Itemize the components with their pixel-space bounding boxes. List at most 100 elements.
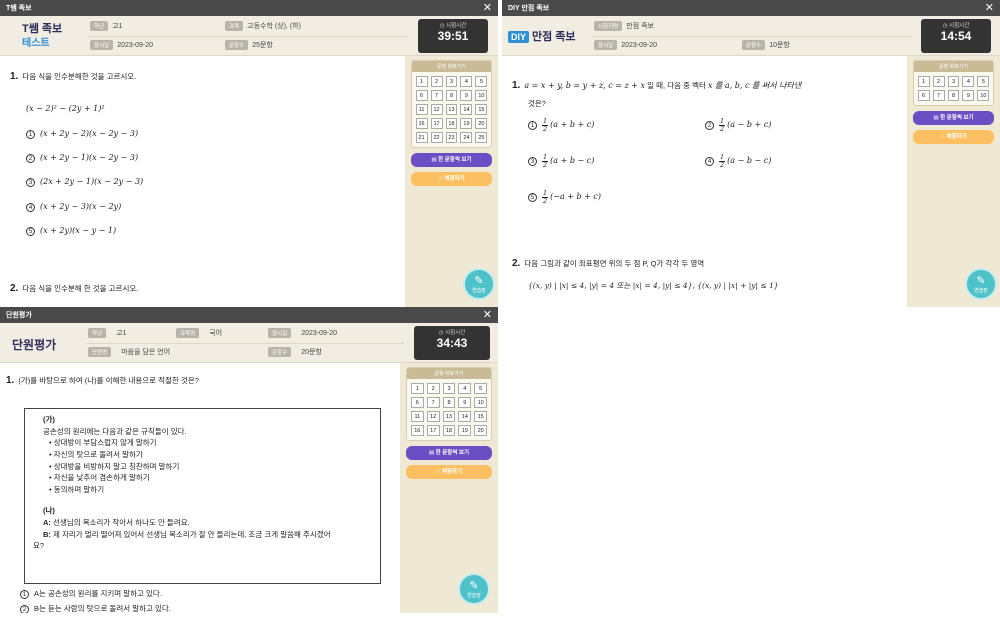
palette-cell[interactable]: 24: [460, 132, 473, 143]
side-panel: 문항 바로가기 1 2 3 4 5 6 7 8 9 10 11 12 13 14 15 16 17 18 19 20 2…: [405, 56, 498, 307]
palette-cell[interactable]: 14: [458, 411, 472, 422]
passage-box: (가) 공손성의 원리에는 다음과 같은 규칙들이 있다. • 상대방이 부담스…: [24, 408, 381, 584]
palette-cell[interactable]: 4: [962, 76, 975, 87]
practice-pad-button[interactable]: ✎ 연습장: [965, 268, 997, 300]
option-3[interactable]: 3 1 2 (a + b − c): [528, 154, 594, 168]
option-5[interactable]: 5 (x + 2y)(x − y − 1): [26, 226, 116, 236]
exam-timer: ◷ 시험시간 14:54: [921, 19, 991, 53]
palette-cell[interactable]: 9: [962, 90, 975, 101]
palette-cell[interactable]: 5: [977, 76, 990, 87]
option-3[interactable]: 3 (2x + 2y − 1)(x − 2y − 3): [26, 177, 143, 187]
palette-cell[interactable]: 16: [415, 118, 428, 129]
unit-info: 단원명 마음을 담은 언어: [88, 347, 170, 357]
count-label: 문항수: [742, 40, 766, 50]
palette-cell[interactable]: 7: [426, 397, 440, 408]
dialog-a: A: 선생님의 목소리가 작아서 하나도 안 들려요.: [43, 518, 190, 527]
rule-item: • 자신의 탓으로 돌려서 말하기: [49, 449, 143, 459]
date-label: 응시일: [268, 328, 292, 338]
option-1[interactable]: 1 (x + 2y − 2)(x − 2y − 3): [26, 129, 138, 139]
palette-cell[interactable]: 3: [947, 76, 960, 87]
palette-cell[interactable]: 10: [474, 397, 488, 408]
palette-cell[interactable]: 10: [475, 90, 488, 101]
palette-cell[interactable]: 16: [410, 425, 424, 436]
option-1[interactable]: 1 A는 공손성의 원리를 지키며 말하고 있다.: [20, 588, 162, 599]
palette-cell[interactable]: 4: [460, 76, 473, 87]
grade-button[interactable]: ✓ 채점하기: [410, 172, 493, 186]
palette-cell[interactable]: 7: [430, 90, 443, 101]
count-info: 문항수 10문항: [742, 40, 790, 50]
palette-cell[interactable]: 17: [430, 118, 443, 129]
palette-cell[interactable]: 2: [430, 76, 443, 87]
palette-cell[interactable]: 23: [445, 132, 458, 143]
practice-pad-button[interactable]: ✎ 연습장: [463, 268, 495, 300]
palette-cell[interactable]: 1: [415, 76, 428, 87]
palette-cell[interactable]: 11: [410, 411, 424, 422]
palette-cell[interactable]: 17: [426, 425, 440, 436]
palette-title: 문항 바로가기: [406, 368, 492, 379]
view-one-by-one-button[interactable]: ▤ 한 문항씩 보기: [912, 111, 995, 125]
date-info: 응시일 2023-09-20: [268, 328, 337, 338]
palette-cell[interactable]: 8: [445, 90, 458, 101]
palette-cell[interactable]: 9: [460, 90, 473, 101]
palette-cell[interactable]: 13: [442, 411, 456, 422]
option-4[interactable]: 4 (x + 2y − 3)(x − 2y): [26, 202, 121, 212]
timer-value: 14:54: [940, 29, 972, 43]
palette-cell[interactable]: 12: [426, 411, 440, 422]
view-one-by-one-button[interactable]: ▤ 한 문항씩 보기: [410, 153, 493, 167]
palette-cell[interactable]: 1: [917, 76, 930, 87]
rule-item: • 상대방을 비방하지 말고 칭찬하며 말하기: [49, 461, 180, 471]
option-1[interactable]: 1 1 2 (a + b + c): [528, 118, 594, 132]
palette-cell[interactable]: 8: [947, 90, 960, 101]
question-number: 2.: [10, 283, 19, 294]
palette-cell[interactable]: 5: [475, 76, 488, 87]
palette-cell[interactable]: 20: [475, 118, 488, 129]
palette-cell[interactable]: 18: [445, 118, 458, 129]
exam-timer: ◷ 시험시간 39:51: [418, 19, 488, 53]
palette-cell[interactable]: 6: [415, 90, 428, 101]
palette-cell[interactable]: 6: [410, 397, 424, 408]
palette-cell[interactable]: 21: [415, 132, 428, 143]
grade-button[interactable]: ✓ 채점하기: [912, 130, 995, 144]
palette-cell[interactable]: 11: [415, 104, 428, 115]
option-4[interactable]: 4 1 2 (a − b − c): [705, 154, 771, 168]
palette-cell[interactable]: 2: [932, 76, 945, 87]
titlebar: DIY 만점 족보 ✕: [502, 0, 1000, 16]
palette-cell[interactable]: 8: [442, 397, 456, 408]
passage-intro: 공손성의 원리에는 다음과 같은 규칙들이 있다.: [43, 426, 187, 436]
palette-cell[interactable]: 15: [475, 104, 488, 115]
palette-cell[interactable]: 25: [475, 132, 488, 143]
palette-cell[interactable]: 19: [460, 118, 473, 129]
palette-cell[interactable]: 3: [445, 76, 458, 87]
palette-cell[interactable]: 15: [474, 411, 488, 422]
palette-cell[interactable]: 10: [977, 90, 990, 101]
grade-info: 학년 고1: [90, 21, 122, 31]
grade-button[interactable]: ✓ 채점하기: [405, 465, 493, 479]
palette-cell[interactable]: 22: [430, 132, 443, 143]
option-2[interactable]: 2 (x + 2y − 1)(x − 2y − 3): [26, 153, 138, 163]
count-value: 20문항: [301, 349, 322, 356]
palette-cell[interactable]: 2: [426, 383, 440, 394]
option-5[interactable]: 5 1 2 (−a + b + c): [528, 190, 601, 204]
palette-cell[interactable]: 14: [460, 104, 473, 115]
palette-cell[interactable]: 3: [442, 383, 456, 394]
close-icon[interactable]: ✕: [483, 309, 492, 321]
view-one-by-one-button[interactable]: ▤ 한 문항씩 보기: [405, 446, 493, 460]
palette-cell[interactable]: 5: [474, 383, 488, 394]
palette-cell[interactable]: 6: [917, 90, 930, 101]
close-icon[interactable]: ✕: [483, 2, 492, 14]
palette-cell[interactable]: 1: [410, 383, 424, 394]
palette-cell[interactable]: 7: [932, 90, 945, 101]
palette-cell[interactable]: 9: [458, 397, 472, 408]
palette-cell[interactable]: 19: [458, 425, 472, 436]
close-icon[interactable]: ✕: [985, 2, 994, 14]
palette-cell[interactable]: 12: [430, 104, 443, 115]
option-2[interactable]: 2 B는 듣는 사람의 탓으로 돌려서 말하고 있다.: [20, 603, 171, 613]
palette-cell[interactable]: 20: [474, 425, 488, 436]
timer-value: 39:51: [437, 29, 469, 43]
palette-cell[interactable]: 18: [442, 425, 456, 436]
palette-cell[interactable]: 13: [445, 104, 458, 115]
option-2[interactable]: 2 1 2 (a − b + c): [705, 118, 771, 132]
palette-cell[interactable]: 4: [458, 383, 472, 394]
practice-pad-button[interactable]: ✎ 연습장: [458, 573, 490, 605]
rule-item: • 동의하며 말하기: [49, 484, 105, 494]
